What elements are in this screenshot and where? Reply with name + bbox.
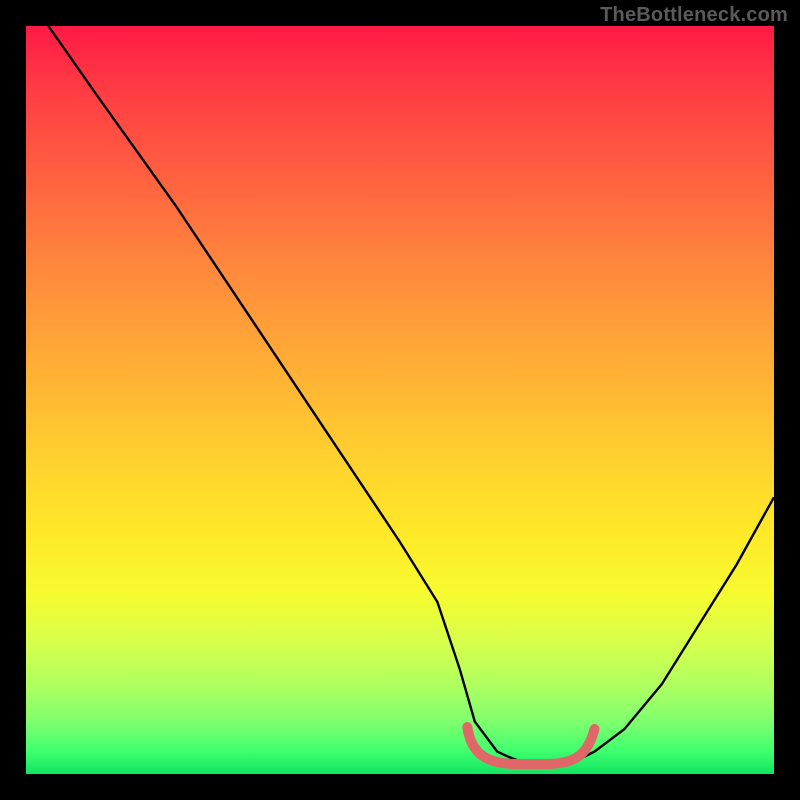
- optimal-range-marker: [26, 26, 774, 774]
- watermark-text: TheBottleneck.com: [600, 4, 788, 27]
- chart-stage: TheBottleneck.com: [0, 0, 800, 800]
- optimal-range-path: [467, 727, 594, 764]
- plot-area: [26, 26, 774, 774]
